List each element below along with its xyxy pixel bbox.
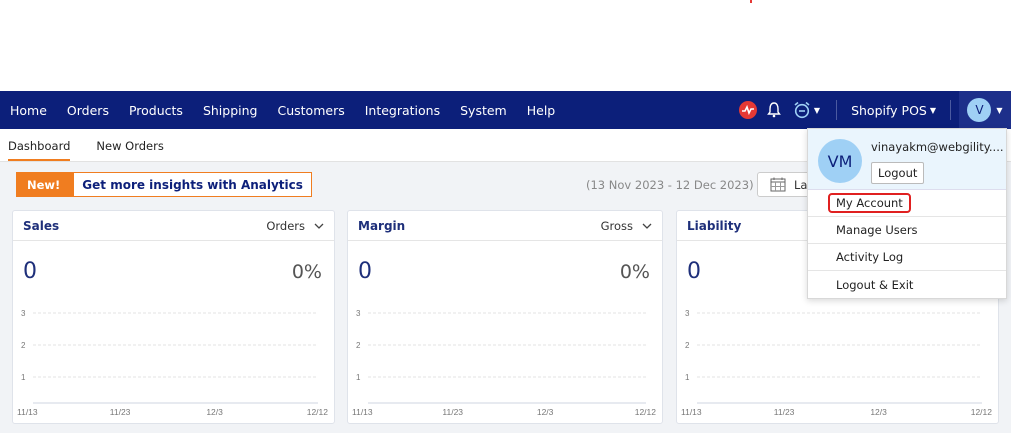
logout-button[interactable]: Logout xyxy=(871,162,925,184)
y-tick-label: 3 xyxy=(685,309,690,318)
x-tick-label: 11/23 xyxy=(774,407,795,417)
menu-item-my-account[interactable]: My Account xyxy=(808,190,1006,217)
nav-right-tools: ▼ Shopify POS ▼ V ▼ xyxy=(738,91,1011,129)
y-tick-label: 2 xyxy=(21,341,26,350)
date-button-label: La xyxy=(794,177,808,192)
avatar: V xyxy=(967,98,992,122)
y-tick-label: 1 xyxy=(685,373,690,382)
x-tick-label: 11/13 xyxy=(352,407,373,417)
account-dropdown: VM vinayakm@webgility.... Logout My Acco… xyxy=(807,128,1007,299)
alarm-clock-icon[interactable]: ▼ xyxy=(793,101,820,119)
x-tick-label: 12/3 xyxy=(870,407,887,417)
new-badge: New! xyxy=(17,173,75,196)
y-tick-label: 3 xyxy=(356,309,361,318)
x-tick-label: 11/13 xyxy=(681,407,702,417)
nav-customers[interactable]: Customers xyxy=(267,91,354,129)
nav-help[interactable]: Help xyxy=(517,91,566,129)
x-tick-label: 12/12 xyxy=(971,407,993,417)
main-navbar: Home Orders Products Shipping Customers … xyxy=(0,91,1011,129)
x-tick-label: 12/3 xyxy=(206,407,223,417)
red-mark xyxy=(750,0,752,3)
menu-item-label: Manage Users xyxy=(836,223,918,237)
y-tick-label: 3 xyxy=(21,309,26,318)
user-menu-toggle[interactable]: V ▼ xyxy=(959,91,1011,129)
x-tick-label: 12/12 xyxy=(307,407,329,417)
calendar-icon xyxy=(770,177,786,192)
nav-orders[interactable]: Orders xyxy=(57,91,119,129)
menu-item-manage-users[interactable]: Manage Users xyxy=(808,217,1006,244)
margin-line-chart: 3 2 1 11/13 11/23 12/3 12/12 xyxy=(352,309,657,417)
tab-new-orders[interactable]: New Orders xyxy=(96,139,163,161)
x-tick-label: 11/13 xyxy=(17,407,38,417)
sales-card: Sales Orders 0 0% 3 2 1 11/13 11/23 12/3 12/12 xyxy=(12,210,335,424)
chevron-down-icon: ▼ xyxy=(813,105,821,115)
avatar: VM xyxy=(818,139,862,183)
margin-card: Margin Gross 0 0% 3 2 1 11/13 11/23 12/3 12/12 xyxy=(347,210,663,424)
nav-integrations[interactable]: Integrations xyxy=(355,91,450,129)
nav-products[interactable]: Products xyxy=(119,91,193,129)
y-tick-label: 2 xyxy=(685,341,690,350)
store-name: Shopify POS xyxy=(851,102,927,118)
tab-dashboard[interactable]: Dashboard xyxy=(8,139,71,161)
bell-icon[interactable] xyxy=(765,101,783,119)
store-selector[interactable]: Shopify POS ▼ xyxy=(845,103,942,118)
x-tick-label: 11/23 xyxy=(442,407,463,417)
y-tick-label: 2 xyxy=(356,341,361,350)
x-tick-label: 12/12 xyxy=(635,407,657,417)
nav-shipping[interactable]: Shipping xyxy=(193,91,268,129)
menu-item-label: Logout & Exit xyxy=(836,277,914,292)
y-tick-label: 1 xyxy=(21,373,26,382)
chevron-down-icon: ▼ xyxy=(929,105,936,115)
nav-divider xyxy=(950,100,951,120)
nav-system[interactable]: System xyxy=(450,91,517,129)
analytics-banner[interactable]: New! Get more insights with Analytics xyxy=(16,172,312,197)
menu-item-label: Activity Log xyxy=(836,250,904,264)
account-header: VM vinayakm@webgility.... Logout xyxy=(808,129,1006,190)
menu-item-label: My Account xyxy=(828,193,911,213)
x-tick-label: 12/3 xyxy=(537,407,554,417)
top-blank-area xyxy=(0,0,1011,91)
sales-line-chart: 3 2 1 11/13 11/23 12/3 12/12 xyxy=(17,309,329,417)
menu-item-logout-exit[interactable]: Logout & Exit xyxy=(808,271,1006,298)
pulse-icon[interactable] xyxy=(738,101,757,119)
chevron-down-icon: ▼ xyxy=(996,105,1003,115)
analytics-link[interactable]: Get more insights with Analytics xyxy=(74,178,311,192)
menu-item-activity-log[interactable]: Activity Log xyxy=(808,244,1006,271)
nav-divider xyxy=(836,100,838,120)
y-tick-label: 1 xyxy=(356,373,361,382)
date-range-text: (13 Nov 2023 - 12 Dec 2023) xyxy=(586,178,754,192)
account-email: vinayakm@webgility.... xyxy=(871,140,1004,154)
nav-home[interactable]: Home xyxy=(0,91,57,129)
x-tick-label: 11/23 xyxy=(110,407,131,417)
